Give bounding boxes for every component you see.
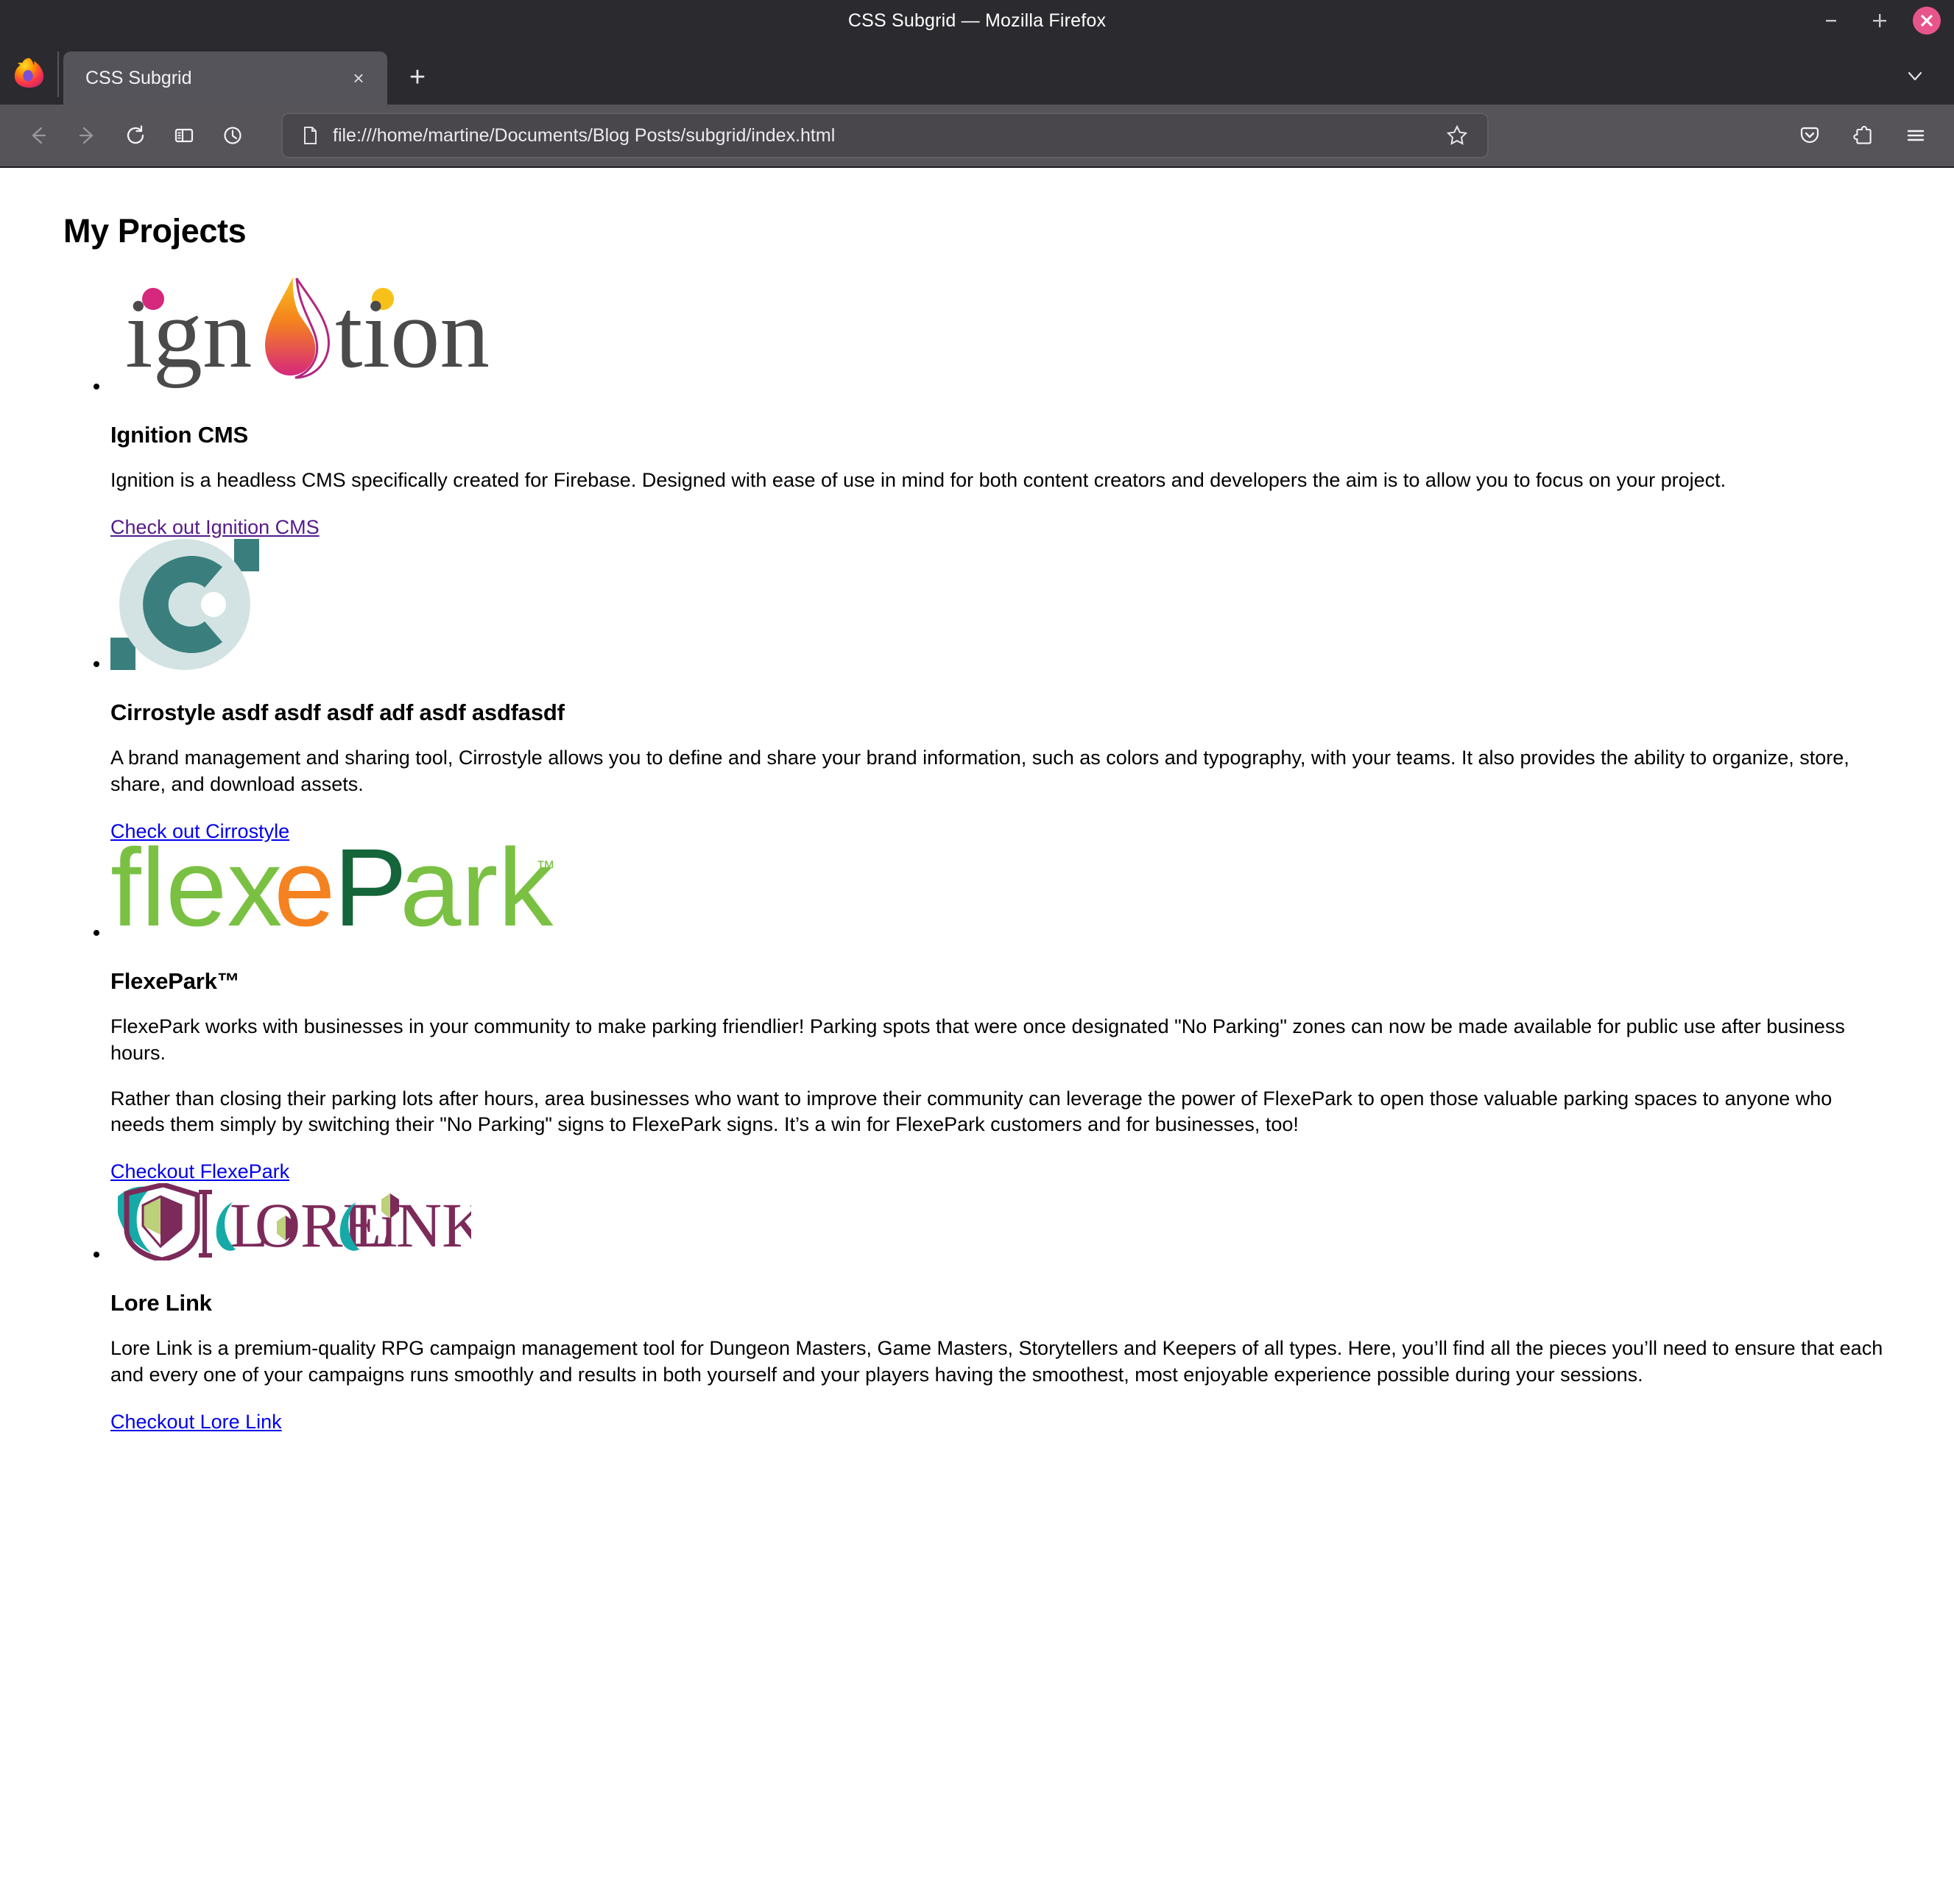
project-link-flexepark[interactable]: Checkout FlexePark [110,1160,289,1183]
project-title: Cirrostyle asdf asdf asdf adf asdf asdfa… [110,699,565,725]
back-button[interactable] [16,113,60,158]
svg-text:ign: ign [125,279,253,389]
project-paragraph: Lore Link is a premium-quality RPG campa… [110,1337,1883,1386]
tab-css-subgrid[interactable]: CSS Subgrid × [63,52,387,105]
lorelink-logo: L ORE L i NK [110,1183,1902,1261]
list-item-lorelink: L ORE L i NK [110,1183,1902,1434]
ignition-logo: ign tion [110,264,1902,392]
tab-title: CSS Subgrid [85,67,192,88]
cirrostyle-logo [110,538,1902,670]
firefox-logo [6,41,53,105]
clock-icon [224,127,241,144]
tab-strip: CSS Subgrid × + [0,41,1954,105]
project-link-cirrostyle[interactable]: Check out Cirrostyle [110,820,289,843]
forward-arrow-icon [79,127,94,144]
url-bar[interactable]: file:///home/martine/Documents/Blog Post… [281,113,1489,158]
page-content: My Projects ign tion [0,168,1954,1434]
list-item-cirrostyle: Cirrostyle asdf asdf asdf adf asdf asdfa… [110,538,1902,843]
minimize-button[interactable] [1816,5,1847,36]
tab-separator [57,52,59,97]
ignition-flame-icon [265,277,330,379]
history-button[interactable] [211,113,255,158]
lorelink-logo-icon: L ORE L i NK [118,1183,471,1261]
list-all-tabs-button[interactable] [1895,56,1935,96]
forward-button[interactable] [65,113,109,158]
projects-list: ign tion [63,264,1902,1434]
sidebar-toggle-button[interactable] [162,113,206,158]
cirrostyle-logo-icon [110,538,259,670]
project-paragraph: Ignition is a headless CMS specifically … [110,469,1726,491]
project-title: Lore Link [110,1290,212,1316]
chevron-down-icon [1908,71,1922,81]
list-item-flexepark: flex e P ark ™ FlexePark™ FlexePark work… [110,843,1902,1184]
tabstrip-right-controls [1895,56,1942,96]
maximize-button[interactable] [1864,5,1895,36]
project-link-ignition[interactable]: Check out Ignition CMS [110,516,320,539]
svg-text:e: e [274,843,335,939]
svg-text:ark: ark [400,843,554,939]
project-title: Ignition CMS [110,422,249,448]
window-titlebar: CSS Subgrid — Mozilla Firefox [0,0,1954,41]
page-title: My Projects [63,212,247,250]
project-link-lorelink[interactable]: Checkout Lore Link [110,1411,282,1434]
hamburger-menu-icon [1907,130,1925,141]
ignition-logo-icon: ign tion [125,277,490,389]
svg-text:P: P [334,843,407,939]
window-title: CSS Subgrid — Mozilla Firefox [847,10,1107,31]
svg-text:™: ™ [536,856,555,878]
project-paragraph: Rather than closing their parking lots a… [110,1087,1833,1136]
reload-button[interactable] [113,113,158,158]
svg-text:flex: flex [110,843,282,939]
tab-close-button[interactable]: × [346,66,371,91]
close-button[interactable] [1913,7,1941,35]
navigation-toolbar: file:///home/martine/Documents/Blog Post… [0,105,1954,168]
project-title: FlexePark™ [110,967,240,994]
flexepark-logo-icon: flex e P ark ™ [110,843,555,939]
new-tab-button[interactable]: + [398,57,437,97]
reload-icon [127,125,144,144]
pocket-icon [1800,127,1819,144]
lorelink-shield-icon [118,1183,212,1261]
browser-window: CSS Subgrid — Mozilla Firefox CSS Subgri… [0,0,1954,1904]
pocket-button[interactable] [1788,113,1832,158]
extensions-button[interactable] [1841,113,1885,158]
back-arrow-icon [32,127,46,144]
svg-text:NK: NK [396,1190,471,1260]
toolbar-right-controls [1788,113,1938,158]
page-document-icon [299,124,321,147]
project-paragraph: A brand management and sharing tool, Cir… [110,746,1849,795]
list-item-ignition: ign tion [110,264,1902,539]
close-icon [1921,15,1933,27]
firefox-logo-icon [14,57,44,88]
bookmark-star-icon[interactable] [1440,119,1474,152]
puzzle-piece-icon [1853,125,1872,144]
project-paragraph: FlexePark works with businesses in your … [110,1015,1845,1064]
url-input[interactable]: file:///home/martine/Documents/Blog Post… [333,125,1440,147]
page-viewport: My Projects ign tion [0,168,1954,1904]
window-controls [1816,0,1941,41]
svg-text:tion: tion [335,279,490,389]
flexepark-logo: flex e P ark ™ [110,843,1902,939]
maximize-icon [1873,14,1886,27]
app-menu-button[interactable] [1894,113,1938,158]
sidebar-icon [174,128,194,143]
minimize-icon [1826,20,1836,22]
